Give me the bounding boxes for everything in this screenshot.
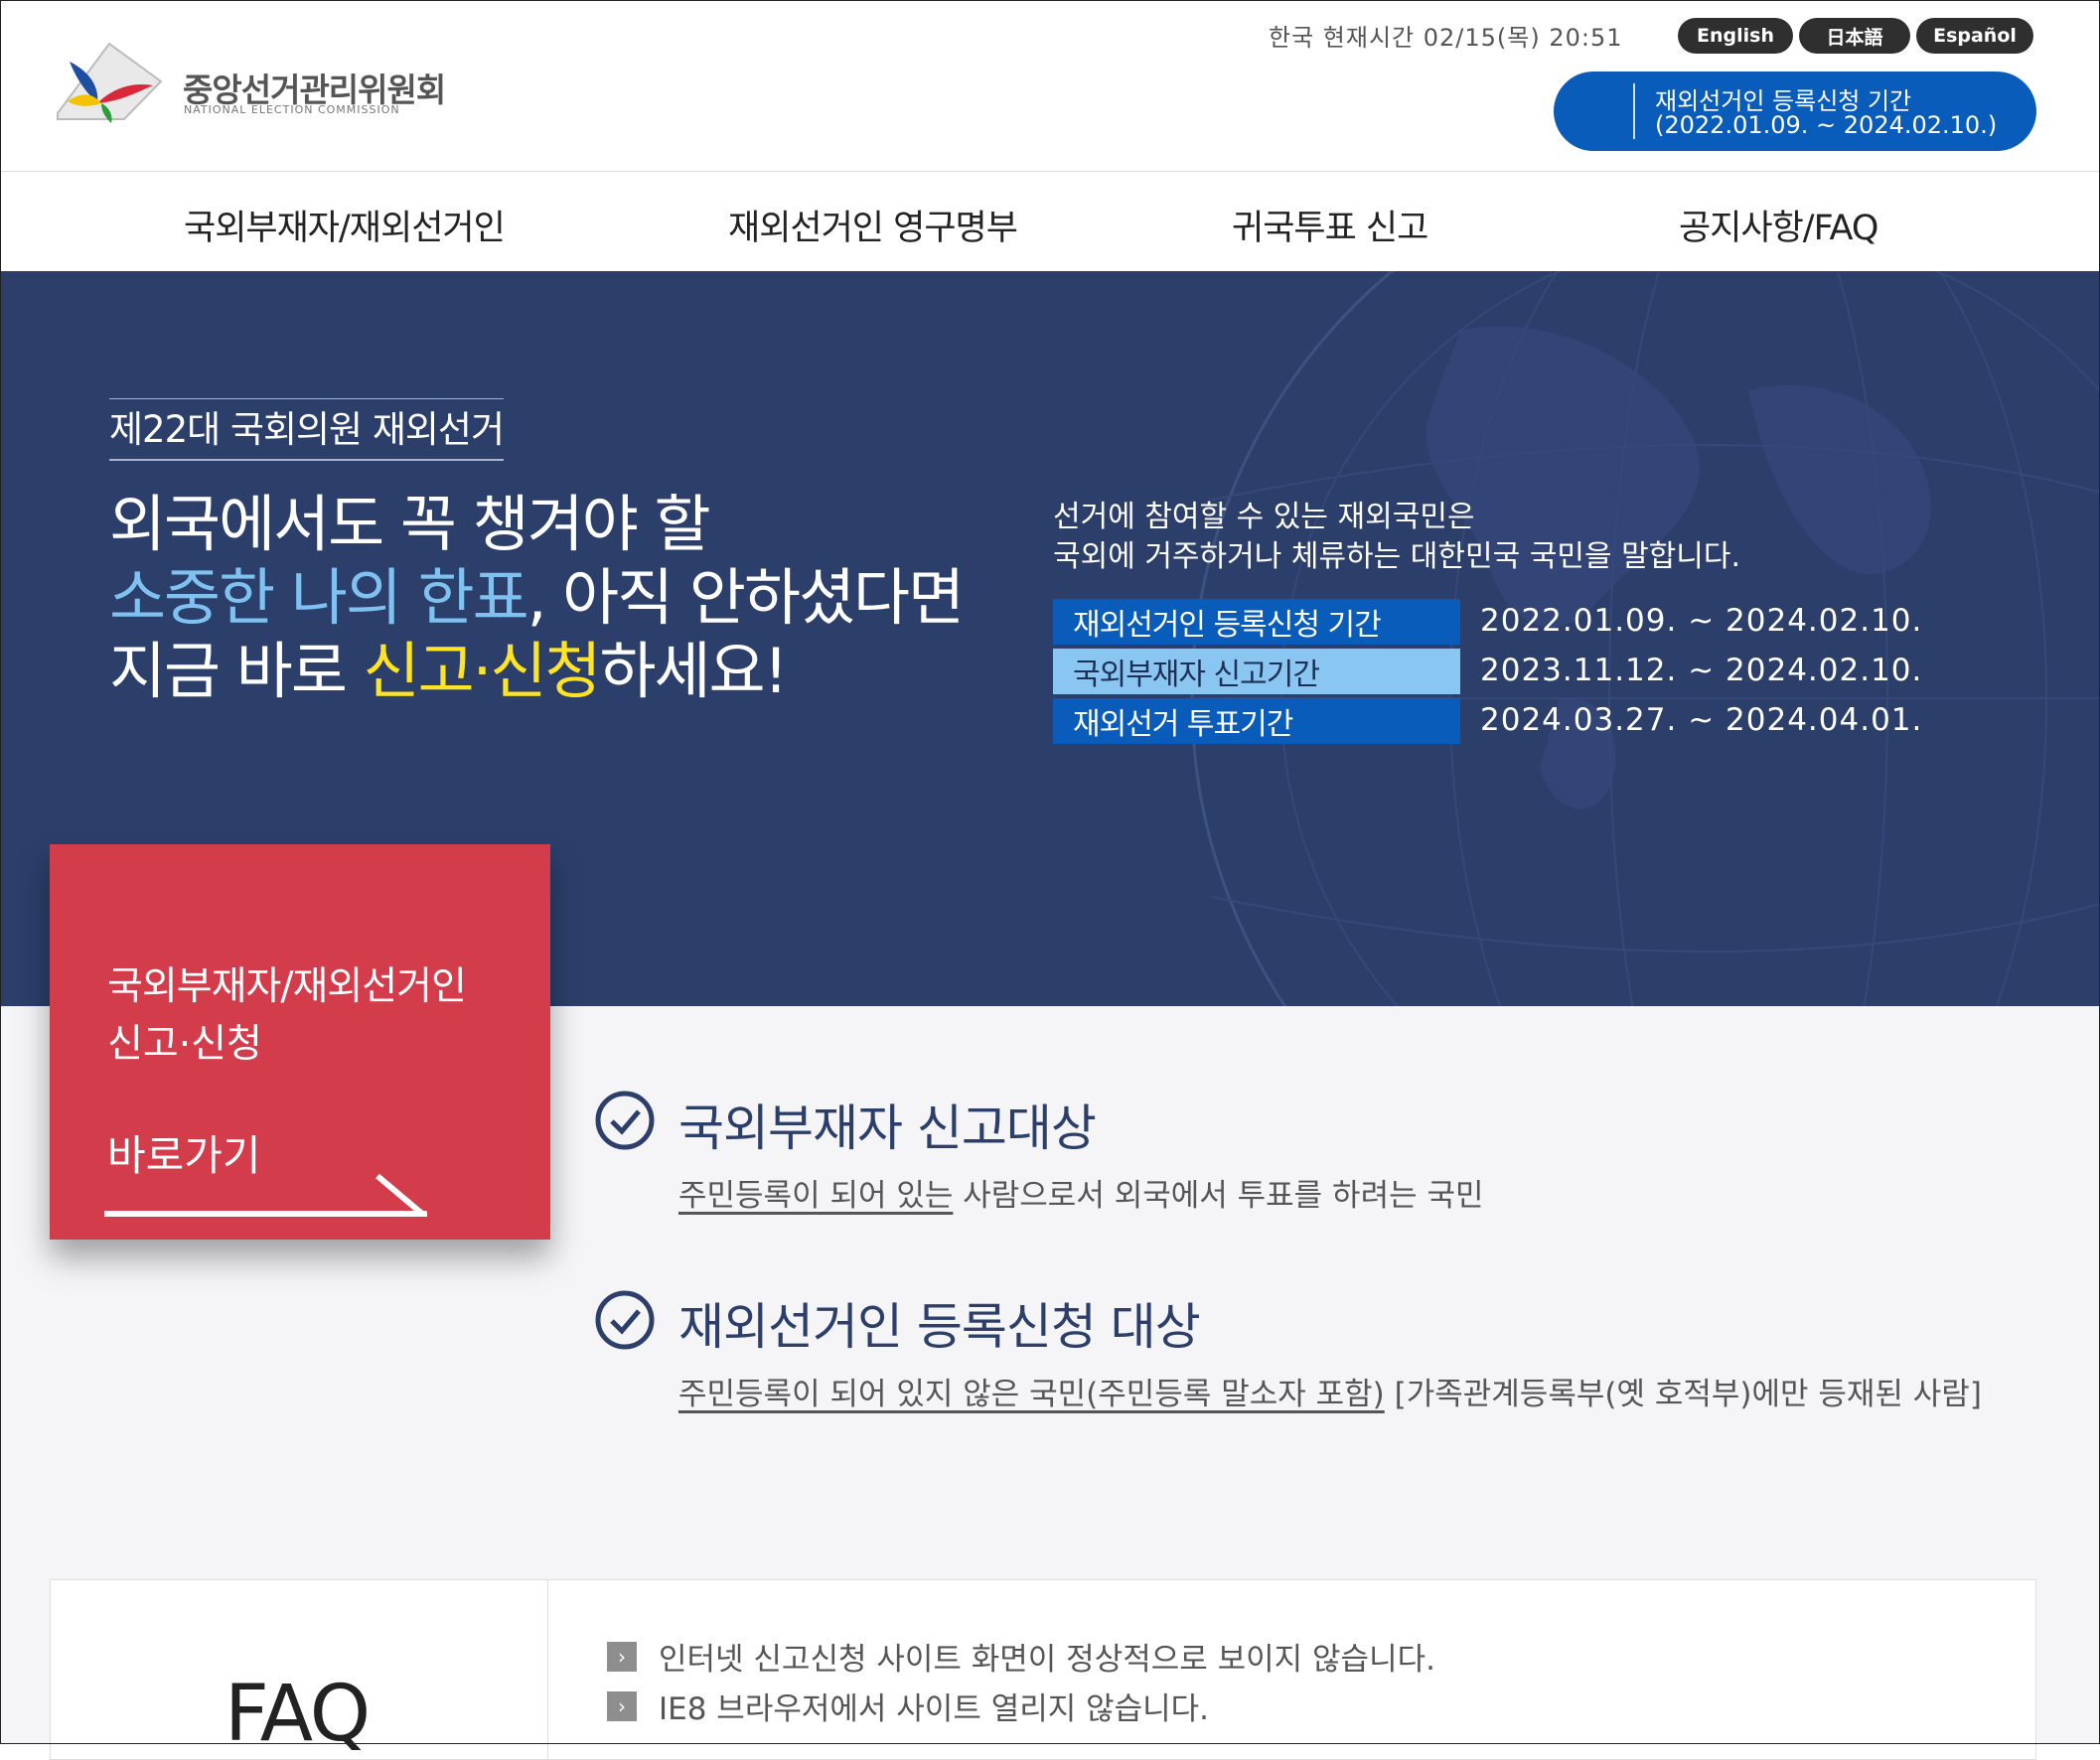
headline-line2-rest: , 아직 안하셨다면 xyxy=(526,561,965,634)
target-overseas-desc: 주민등록이 되어 있지 않은 국민(주민등록 말소자 포함) [가족관계등록부(… xyxy=(678,1369,1982,1413)
registration-period-pill[interactable]: 재외선거인 등록신청 기간 (2022.01.09. ~ 2024.02.10.… xyxy=(1554,72,2036,151)
nav-item-permanent-roll[interactable]: 재외선거인 영구명부 xyxy=(728,200,1018,250)
nav-item-return-voting[interactable]: 귀국투표 신고 xyxy=(1232,200,1428,250)
lang-spanish-button[interactable]: Español xyxy=(1916,18,2033,54)
target-overseas-desc-link[interactable]: 주민등록이 되어 있지 않은 국민(주민등록 말소자 포함) xyxy=(678,1377,1385,1412)
nec-emblem-icon xyxy=(57,42,163,123)
faq-item-text: 인터넷 신고신청 사이트 화면이 정상적으로 보이지 않습니다. xyxy=(659,1642,1435,1678)
main-nav: 국외부재자/재외선거인 재외선거인 영구명부 귀국투표 신고 공지사항/FAQ xyxy=(0,172,2100,271)
pill-dates: (2022.01.09. ~ 2024.02.10.) xyxy=(1655,111,1998,139)
hero-headline: 외국에서도 꼭 챙겨야 할 소중한 나의 한표, 아직 안하셨다면 지금 바로 … xyxy=(109,488,965,708)
faq-item[interactable]: › IE8 브라우저에서 사이트 열리지 않습니다. xyxy=(607,1684,1209,1728)
lang-japanese-button[interactable]: 日本語 xyxy=(1799,18,1910,54)
nec-logo[interactable]: 중앙선거관리위원회 NATIONAL ELECTION COMMISSION xyxy=(50,42,446,131)
headline-line3-post: 하세요! xyxy=(599,635,788,707)
target-absentee-title: 국외부재자 신고대상 xyxy=(678,1100,1097,1157)
lang-english-button[interactable]: English xyxy=(1678,18,1793,54)
site-header: 중앙선거관리위원회 NATIONAL ELECTION COMMISSION 한… xyxy=(0,0,2100,172)
faq-heading-area: FAQ xyxy=(51,1580,548,1759)
pill-divider xyxy=(1633,83,1635,139)
hero-kicker: 제22대 국회의원 재외선거 xyxy=(109,398,505,461)
intro-line2: 국외에 거주하거나 체류하는 대한민국 국민을 말합니다. xyxy=(1053,539,1741,574)
cta-line1: 국외부재자/재외선거인 xyxy=(107,964,467,1009)
period-label-absentee: 국외부재자 신고기간 xyxy=(1053,649,1460,694)
period-dates-absentee: 2023.11.12. ~ 2024.02.10. xyxy=(1480,653,1923,688)
period-label-registration: 재외선거인 등록신청 기간 xyxy=(1053,599,1460,645)
target-absentee-desc-rest: 사람으로서 외국에서 투표를 하려는 국민 xyxy=(953,1178,1484,1214)
logo-subtitle: NATIONAL ELECTION COMMISSION xyxy=(184,103,400,116)
check-circle-icon xyxy=(595,1091,655,1150)
korea-time-clock: 한국 현재시간 02/15(목) 20:51 xyxy=(1269,24,1623,52)
headline-line3-pre: 지금 바로 xyxy=(109,635,364,707)
nav-item-notice-faq[interactable]: 공지사항/FAQ xyxy=(1679,200,1878,250)
faq-title: FAQ xyxy=(225,1670,371,1759)
nav-item-absentee-overseas[interactable]: 국외부재자/재외선거인 xyxy=(184,200,506,250)
chevron-right-icon: › xyxy=(607,1641,637,1672)
chevron-right-icon: › xyxy=(607,1690,637,1721)
headline-line1: 외국에서도 꼭 챙겨야 할 xyxy=(109,488,711,560)
target-overseas-desc-rest: [가족관계등록부(옛 호적부)에만 등재된 사람] xyxy=(1384,1377,1982,1412)
period-dates-registration: 2022.01.09. ~ 2024.02.10. xyxy=(1480,603,1923,639)
apply-cta-card[interactable]: 국외부재자/재외선거인 신고·신청 바로가기 xyxy=(50,844,550,1240)
headline-line3: 지금 바로 신고·신청하세요! xyxy=(109,635,963,708)
intro-line1: 선거에 참여할 수 있는 재외국민은 xyxy=(1053,500,1475,534)
arrow-right-icon xyxy=(104,1173,427,1217)
faq-item-text: IE8 브라우저에서 사이트 열리지 않습니다. xyxy=(659,1691,1210,1727)
target-overseas-title: 재외선거인 등록신청 대상 xyxy=(678,1298,1201,1356)
period-dates-voting: 2024.03.27. ~ 2024.04.01. xyxy=(1480,702,1923,738)
faq-item[interactable]: › 인터넷 신고신청 사이트 화면이 정상적으로 보이지 않습니다. xyxy=(607,1634,1435,1679)
headline-highlight-vote: 소중한 나의 한표 xyxy=(109,561,529,634)
target-absentee-desc: 주민등록이 되어 있는 사람으로서 외국에서 투표를 하려는 국민 xyxy=(678,1170,1484,1215)
period-label-voting: 재외선거 투표기간 xyxy=(1053,698,1460,744)
target-absentee-desc-link[interactable]: 주민등록이 되어 있는 xyxy=(678,1178,953,1214)
cta-line2: 신고·신청 xyxy=(107,1022,262,1067)
check-circle-icon xyxy=(595,1290,655,1350)
headline-highlight-apply: 신고·신청 xyxy=(363,635,602,707)
faq-panel: FAQ › 인터넷 신고신청 사이트 화면이 정상적으로 보이지 않습니다. › I… xyxy=(50,1579,2036,1760)
headline-line2: 소중한 나의 한표, 아직 안하셨다면 xyxy=(109,561,965,635)
hero-intro: 선거에 참여할 수 있는 재외국민은 국외에 거주하거나 체류하는 대한민국 국… xyxy=(1053,498,1740,577)
